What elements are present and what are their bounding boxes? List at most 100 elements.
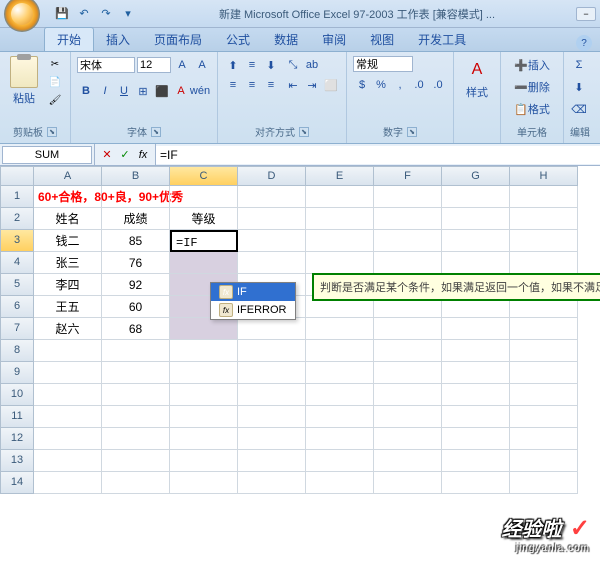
decrease-indent-icon[interactable]: ⇤ [284, 76, 302, 94]
cell[interactable] [442, 252, 510, 274]
styles-button[interactable]: A 样式 [460, 56, 494, 100]
currency-icon[interactable]: $ [353, 76, 371, 94]
cell[interactable] [238, 208, 306, 230]
cell[interactable] [374, 208, 442, 230]
cell[interactable] [374, 252, 442, 274]
bold-button[interactable]: B [77, 82, 95, 100]
increase-decimal-icon[interactable]: .0 [410, 76, 428, 94]
col-header[interactable]: E [306, 166, 374, 186]
autocomplete-item[interactable]: fx IFERROR [211, 301, 295, 319]
cell[interactable] [306, 208, 374, 230]
cell[interactable]: 60+合格，80+良，90+优秀 [34, 186, 102, 208]
cell[interactable]: 李四 [34, 274, 102, 296]
cell[interactable]: 王五 [34, 296, 102, 318]
row-header[interactable]: 12 [0, 428, 34, 450]
row-header[interactable]: 13 [0, 450, 34, 472]
cell[interactable]: 68 [102, 318, 170, 340]
cell[interactable] [170, 186, 238, 208]
border-button[interactable]: ⊞ [134, 82, 152, 100]
tab-home[interactable]: 开始 [44, 27, 94, 51]
cell[interactable] [306, 318, 374, 340]
fill-icon[interactable]: ⬇ [570, 78, 588, 96]
fx-icon[interactable]: fx [135, 149, 151, 161]
cell[interactable] [170, 318, 238, 340]
orientation-icon[interactable]: ⤡ [284, 56, 302, 74]
font-name-select[interactable] [77, 57, 135, 73]
delete-cells-button[interactable]: ➖删除 [507, 78, 557, 96]
office-button[interactable] [4, 0, 40, 32]
cell[interactable] [442, 208, 510, 230]
increase-font-icon[interactable]: A [173, 56, 191, 74]
row-header[interactable]: 6 [0, 296, 34, 318]
tab-view[interactable]: 视图 [358, 28, 406, 51]
cancel-icon[interactable]: ✕ [99, 148, 115, 161]
row-header[interactable]: 1 [0, 186, 34, 208]
cell[interactable]: 赵六 [34, 318, 102, 340]
font-size-select[interactable] [137, 57, 171, 73]
font-color-button[interactable]: A [172, 82, 190, 100]
formula-input[interactable] [156, 146, 600, 164]
cell[interactable] [374, 318, 442, 340]
fill-color-button[interactable]: ⬛ [153, 82, 171, 100]
undo-icon[interactable]: ↶ [74, 5, 94, 23]
row-header[interactable]: 7 [0, 318, 34, 340]
align-right-icon[interactable]: ≡ [262, 76, 280, 94]
phonetic-button[interactable]: wén [191, 82, 209, 100]
cell[interactable]: 76 [102, 252, 170, 274]
col-header[interactable]: H [510, 166, 578, 186]
cell[interactable] [238, 230, 306, 252]
minimize-button[interactable]: − [576, 7, 596, 21]
cell[interactable] [374, 186, 442, 208]
cell[interactable] [306, 186, 374, 208]
clear-icon[interactable]: ⌫ [570, 100, 588, 118]
row-header[interactable]: 2 [0, 208, 34, 230]
cell[interactable] [306, 230, 374, 252]
cell[interactable] [238, 252, 306, 274]
tab-review[interactable]: 审阅 [310, 28, 358, 51]
cell[interactable] [510, 186, 578, 208]
cell[interactable]: 成绩 [102, 208, 170, 230]
cell[interactable] [510, 230, 578, 252]
decrease-decimal-icon[interactable]: .0 [429, 76, 447, 94]
cell[interactable]: 张三 [34, 252, 102, 274]
merge-cells-icon[interactable]: ⬜ [322, 76, 340, 94]
insert-cells-button[interactable]: ➕插入 [507, 56, 557, 74]
name-box[interactable] [2, 146, 92, 164]
enter-icon[interactable]: ✓ [117, 148, 133, 161]
col-header[interactable]: B [102, 166, 170, 186]
cell[interactable] [238, 186, 306, 208]
col-header[interactable]: F [374, 166, 442, 186]
tab-formulas[interactable]: 公式 [214, 28, 262, 51]
align-left-icon[interactable]: ≡ [224, 76, 242, 94]
cell[interactable] [510, 208, 578, 230]
formula-autocomplete[interactable]: fx IF fx IFERROR [210, 282, 296, 320]
format-painter-icon[interactable]: 🖌 [46, 92, 64, 108]
cell[interactable] [102, 186, 170, 208]
cell[interactable] [374, 230, 442, 252]
row-header[interactable]: 10 [0, 384, 34, 406]
cell[interactable]: 60 [102, 296, 170, 318]
underline-button[interactable]: U [115, 82, 133, 100]
increase-indent-icon[interactable]: ⇥ [303, 76, 321, 94]
tab-data[interactable]: 数据 [262, 28, 310, 51]
cell[interactable] [170, 252, 238, 274]
copy-icon[interactable]: 📄 [46, 74, 64, 90]
paste-button[interactable]: 粘贴 [6, 56, 42, 106]
cell[interactable] [238, 318, 306, 340]
autocomplete-item[interactable]: fx IF [211, 283, 295, 301]
tab-insert[interactable]: 插入 [94, 28, 142, 51]
col-header[interactable]: D [238, 166, 306, 186]
cell[interactable]: 92 [102, 274, 170, 296]
percent-icon[interactable]: % [372, 76, 390, 94]
cell[interactable]: 等级 [170, 208, 238, 230]
row-header[interactable]: 5 [0, 274, 34, 296]
align-center-icon[interactable]: ≡ [243, 76, 261, 94]
cell[interactable] [442, 318, 510, 340]
align-bottom-icon[interactable]: ⬇ [262, 56, 280, 74]
row-header[interactable]: 3 [0, 230, 34, 252]
row-header[interactable]: 11 [0, 406, 34, 428]
qat-dropdown-icon[interactable]: ▾ [118, 5, 138, 23]
col-header[interactable]: G [442, 166, 510, 186]
italic-button[interactable]: I [96, 82, 114, 100]
cell[interactable] [510, 252, 578, 274]
